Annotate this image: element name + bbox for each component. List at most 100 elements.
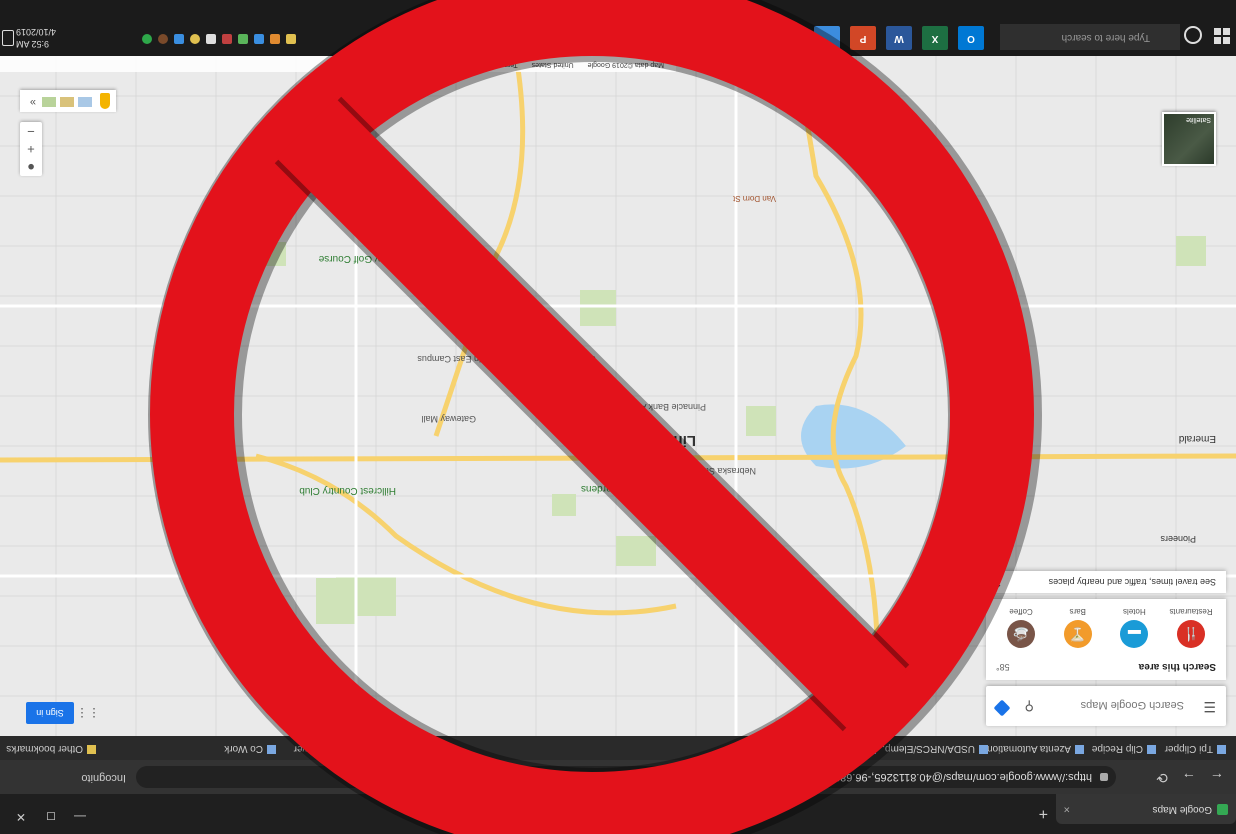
tray-icon[interactable] [270, 34, 280, 44]
url-text: https://www.google.com/maps/@40.8113265,… [788, 771, 1092, 783]
powerpoint-icon[interactable]: P [850, 26, 876, 50]
search-icon[interactable]: ⚲ [1024, 698, 1034, 714]
chevron-up-icon[interactable]: ⌃ [994, 571, 1002, 593]
tray-icon[interactable] [158, 34, 168, 44]
maximize-button[interactable]: ◻ [46, 810, 56, 824]
zoom-in-button[interactable]: + [20, 140, 42, 158]
tray-icon[interactable] [286, 34, 296, 44]
travel-times-row[interactable]: See travel times, traffic and nearby pla… [986, 571, 1226, 593]
file-explorer-icon[interactable] [814, 26, 840, 50]
category-coffee[interactable]: ☕ Coffee [996, 607, 1046, 648]
notifications-icon[interactable] [2, 30, 14, 46]
maps-search-box[interactable]: ☰ ⚲ [986, 686, 1226, 726]
directions-icon[interactable] [993, 699, 1011, 717]
tray-icon[interactable] [206, 34, 216, 44]
clock-time: 9:52 AM [16, 39, 50, 49]
lock-icon [1100, 773, 1108, 781]
browser-toolbar: ← → ⟳ https://www.google.com/maps/@40.81… [0, 760, 1236, 794]
tray-icon[interactable] [238, 34, 248, 44]
bookmark-item[interactable]: Azenta Automation [987, 743, 1084, 754]
taskbar-search-box[interactable]: Type here to search [1000, 24, 1180, 50]
google-maps-viewport[interactable]: Lincoln Nebraska State Capitol Sunken Ga… [0, 56, 1236, 736]
bookmark-icon [267, 745, 276, 754]
imagery-thumbnail-icon[interactable] [42, 97, 56, 107]
reload-button[interactable]: ⟳ [1156, 769, 1168, 786]
bookmark-item[interactable]: Clip Recipe [1092, 743, 1156, 754]
category-list: 🍴 Restaurants ▬ Hotels 🍸 Bars ☕ Coffee [996, 607, 1216, 648]
arena-label: Pinnacle Bank Arena [622, 402, 706, 412]
country-club-label: Hillcrest Country Club [299, 485, 396, 496]
imagery-thumbnail-icon[interactable] [60, 97, 74, 107]
capitol-label: Nebraska State Capitol [663, 466, 756, 476]
taskbar-clock[interactable]: 9:52 AM 4/10/2019 [16, 26, 86, 50]
category-restaurants[interactable]: 🍴 Restaurants [1166, 607, 1216, 648]
maps-side-panel: ☰ ⚲ Search this area 58° 🍴 Restaurants ▬ [986, 571, 1226, 726]
bar-icon: 🍸 [1063, 620, 1092, 648]
category-bars[interactable]: 🍸 Bars [1053, 607, 1103, 648]
tray-icon[interactable] [222, 34, 232, 44]
bookmark-item[interactable]: USDA/NRCS/Elemp... [877, 743, 988, 754]
chrome-icon[interactable] [778, 26, 804, 50]
other-bookmarks[interactable]: Other bookmarks [6, 743, 96, 754]
folder-icon [87, 745, 96, 754]
emerald-label: Emerald [1179, 433, 1216, 444]
close-window-button[interactable]: ✕ [16, 810, 26, 824]
forward-button[interactable]: → [1182, 770, 1196, 786]
incognito-indicator[interactable]: Incognito [81, 772, 126, 784]
category-hotels[interactable]: ▬ Hotels [1109, 607, 1159, 648]
bookmark-item[interactable]: Manage List... [800, 743, 876, 754]
zoom-controls: ● + − [20, 122, 42, 176]
firethorn-label: Firethorn [340, 154, 376, 164]
footer-country[interactable]: United States [532, 61, 574, 68]
hamburger-menu-icon[interactable]: ☰ [1203, 698, 1216, 715]
bookmark-icon [387, 745, 396, 754]
address-bar[interactable]: https://www.google.com/maps/@40.8113265,… [136, 766, 1116, 788]
gardens-label: Sunken Gardens [581, 483, 656, 494]
tray-icon[interactable] [254, 34, 264, 44]
cortana-icon[interactable] [1184, 26, 1202, 44]
apps-grid-icon[interactable]: ⋮⋮ [76, 706, 100, 720]
tray-icon[interactable] [174, 34, 184, 44]
map-footer: Map data ©2019 Google United States Term… [0, 56, 676, 72]
tray-icon[interactable] [142, 34, 152, 44]
satellite-layer-toggle[interactable]: Satellite [1162, 112, 1216, 166]
back-button[interactable]: ← [1210, 770, 1224, 786]
browser-tab-strip: Google Maps × + — ◻ ✕ [0, 794, 1236, 834]
sign-in-button[interactable]: Sign in [26, 702, 74, 724]
tray-icon[interactable] [190, 34, 200, 44]
imagery-thumbnail-icon[interactable] [78, 97, 92, 107]
clock-date: 4/10/2019 [16, 27, 57, 37]
bookmark-icon [979, 745, 988, 754]
outlook-icon[interactable]: O [958, 26, 984, 50]
pegman-icon[interactable] [100, 93, 110, 109]
search-this-area-card: Search this area 58° 🍴 Restaurants ▬ Hot… [986, 599, 1226, 680]
search-input[interactable] [1042, 693, 1186, 717]
browser-tab-google-maps[interactable]: Google Maps × [1056, 794, 1236, 824]
excel-icon[interactable]: X [922, 26, 948, 50]
coffee-icon: ☕ [1007, 620, 1036, 648]
bookmark-item[interactable]: Tpi Clipper [1165, 743, 1226, 754]
minimize-button[interactable]: — [74, 810, 86, 824]
zoom-out-button[interactable]: − [20, 122, 42, 140]
hotel-icon: ▬ [1120, 620, 1149, 648]
map-scale: 1 mi [410, 61, 424, 68]
expand-icon[interactable]: » [30, 96, 36, 108]
bookmark-icon [867, 745, 876, 754]
bookmark-item[interactable]: Co Work [224, 743, 276, 754]
compass-icon[interactable]: ● [20, 158, 42, 176]
footer-terms-link[interactable]: Terms [499, 61, 518, 68]
golf-label: Mahoney Golf Course [318, 253, 416, 264]
bookmark-icon [1075, 745, 1084, 754]
word-icon[interactable]: W [886, 26, 912, 50]
bookmark-icon [1147, 745, 1156, 754]
tab-close-icon[interactable]: × [1064, 794, 1070, 824]
footer-feedback-link[interactable]: Send feedback [438, 61, 485, 68]
bookmark-item[interactable]: OneCall GIS Viewer [294, 743, 396, 754]
street-view-controls: » [20, 90, 116, 112]
pioneers-label: Pioneers [1160, 534, 1196, 544]
new-tab-button[interactable]: + [1039, 804, 1048, 822]
satellite-label: Satellite [1186, 116, 1211, 123]
city-label: Lincoln [643, 432, 696, 449]
windows-start-icon[interactable] [1214, 28, 1230, 44]
weather-readout: 58° [996, 662, 1010, 672]
